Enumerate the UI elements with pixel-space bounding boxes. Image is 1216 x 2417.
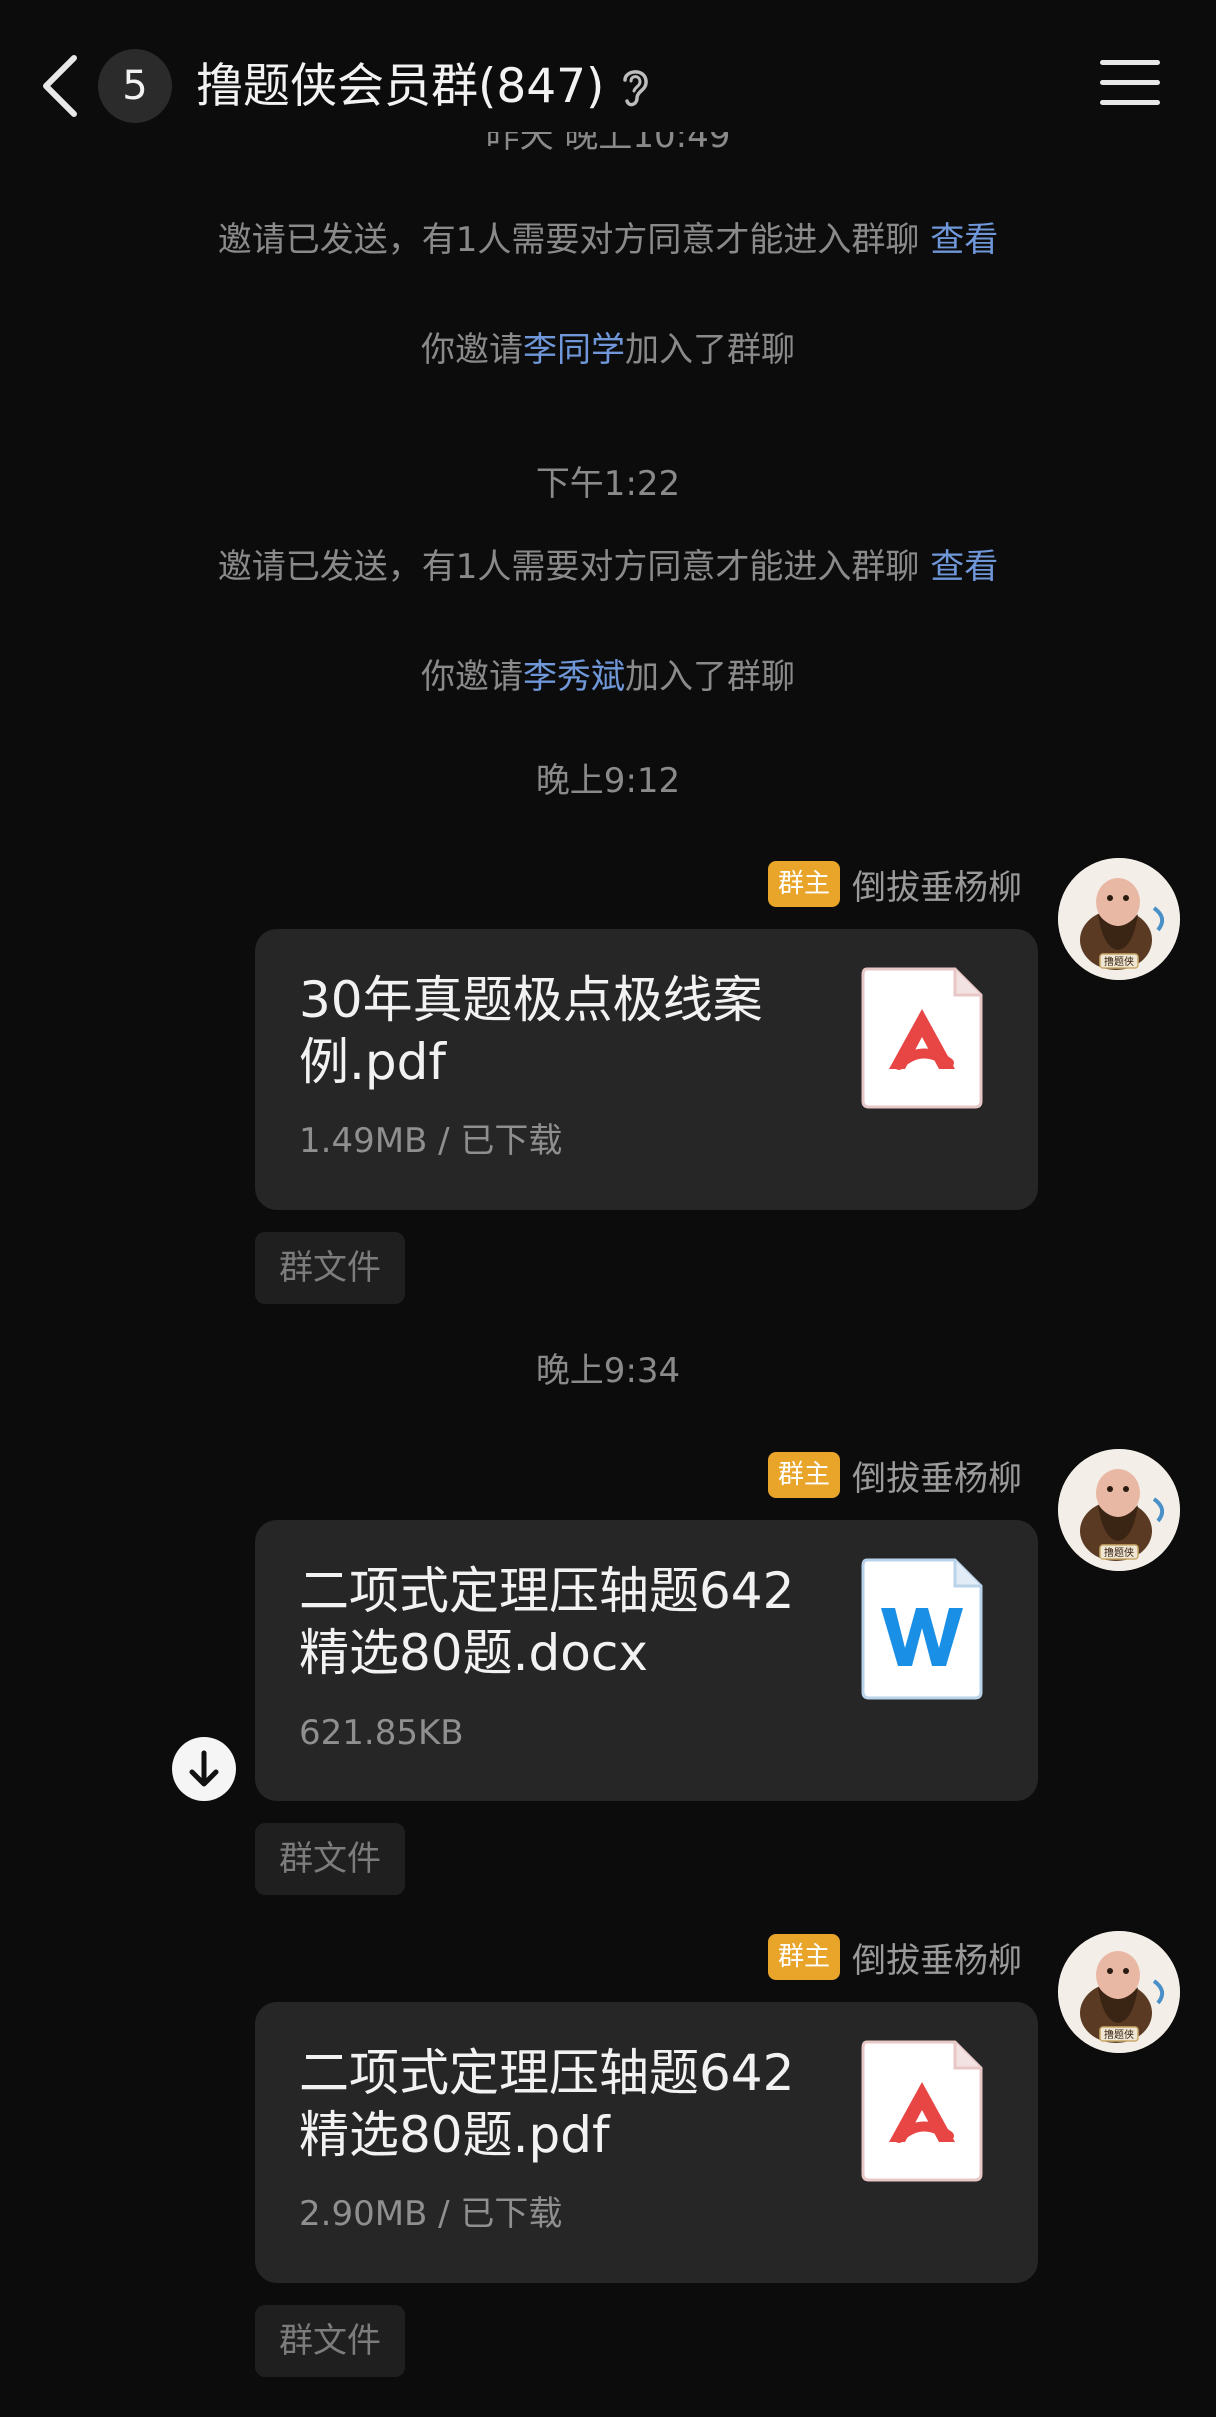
svg-text:撸题侠: 撸题侠 — [1104, 1546, 1134, 1559]
timestamp: 晚上9:34 — [535, 1351, 681, 1391]
view-link[interactable]: 查看 — [930, 220, 998, 260]
sender-meta: 群主 倒拔垂杨柳 — [767, 858, 1022, 910]
pdf-file-icon — [859, 2038, 985, 2184]
hamburger-menu-icon[interactable] — [1100, 60, 1160, 110]
file-message-card[interactable]: 30年真题极点极线案例.pdf 1.49MB / 已下载 — [255, 929, 1038, 1210]
avatar-image: 撸题侠 — [1058, 858, 1180, 980]
sender-name[interactable]: 倒拔垂杨柳 — [852, 860, 1022, 909]
file-size-status: 1.49MB / 已下载 — [299, 1121, 563, 1161]
partial-timestamp: 昨天 晚上10:49 — [485, 132, 731, 156]
avatar[interactable]: 撸题侠 — [1058, 1449, 1180, 1571]
svg-text:撸题侠: 撸题侠 — [1104, 955, 1134, 968]
invite-sent-notice: 邀请已发送，有1人需要对方同意才能进入群聊 查看 — [217, 220, 999, 260]
sender-meta: 群主 倒拔垂杨柳 — [767, 1449, 1022, 1501]
file-message-card[interactable]: 二项式定理压轴题642精选80题.pdf 2.90MB / 已下载 — [255, 2002, 1038, 2283]
group-title[interactable]: 撸题侠会员群(847) — [196, 52, 604, 122]
chevron-left-icon — [43, 55, 77, 117]
file-message-card[interactable]: 二项式定理压轴题642精选80题.docx 621.85KB — [255, 1520, 1038, 1801]
svg-text:撸题侠: 撸题侠 — [1104, 2028, 1134, 2041]
download-button[interactable] — [172, 1737, 236, 1801]
avatar-image: 撸题侠 — [1058, 1449, 1180, 1571]
timestamp: 晚上9:12 — [535, 761, 681, 801]
unread-count-badge[interactable]: 5 — [98, 49, 172, 123]
pdf-file-icon — [859, 965, 985, 1111]
group-file-tag[interactable]: 群文件 — [255, 2305, 405, 2377]
avatar-image: 撸题侠 — [1058, 1931, 1180, 2053]
invitee-name-link[interactable]: 李同学 — [523, 330, 625, 370]
owner-badge: 群主 — [767, 1934, 840, 1980]
avatar[interactable]: 撸题侠 — [1058, 858, 1180, 980]
back-button[interactable] — [38, 52, 82, 120]
owner-badge: 群主 — [767, 861, 840, 907]
avatar[interactable]: 撸题侠 — [1058, 1931, 1180, 2053]
timestamp: 下午1:22 — [535, 464, 681, 504]
view-link[interactable]: 查看 — [930, 547, 998, 587]
sender-name[interactable]: 倒拔垂杨柳 — [852, 1933, 1022, 1982]
owner-badge: 群主 — [767, 1452, 840, 1498]
arrow-down-icon — [189, 1750, 219, 1787]
file-name: 二项式定理压轴题642精选80题.pdf — [299, 2044, 795, 2164]
file-size-status: 2.90MB / 已下载 — [299, 2194, 563, 2234]
sender-name[interactable]: 倒拔垂杨柳 — [852, 1451, 1022, 1500]
group-file-tag[interactable]: 群文件 — [255, 1823, 405, 1895]
file-name: 二项式定理压轴题642精选80题.docx — [299, 1562, 795, 1682]
group-file-tag[interactable]: 群文件 — [255, 1232, 405, 1304]
file-name: 30年真题极点极线案例.pdf — [299, 971, 763, 1091]
invite-joined-notice: 你邀请李同学加入了群聊 — [421, 330, 795, 370]
ear-icon[interactable] — [617, 64, 653, 110]
word-file-icon — [859, 1556, 985, 1702]
invitee-name-link[interactable]: 李秀斌 — [523, 657, 625, 697]
sender-meta: 群主 倒拔垂杨柳 — [767, 1931, 1022, 1983]
file-size-status: 621.85KB — [299, 1713, 464, 1753]
invite-sent-notice: 邀请已发送，有1人需要对方同意才能进入群聊 查看 — [217, 547, 999, 587]
invite-joined-notice: 你邀请李秀斌加入了群聊 — [421, 657, 795, 697]
